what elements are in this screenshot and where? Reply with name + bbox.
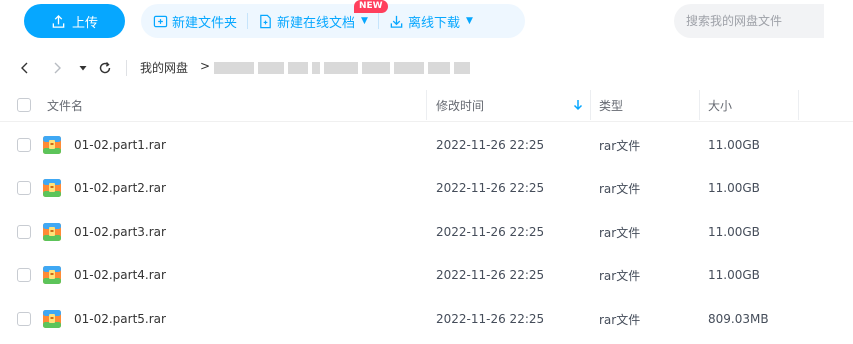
file-name[interactable]: 01-02.part4.rar xyxy=(74,253,166,297)
column-header-type[interactable]: 类型 xyxy=(599,88,623,122)
file-type: rar文件 xyxy=(599,181,641,196)
upload-label: 上传 xyxy=(71,15,98,31)
refresh-icon xyxy=(99,62,111,74)
file-name[interactable]: 01-02.part5.rar xyxy=(74,297,166,341)
column-header-modified[interactable]: 修改时间 xyxy=(436,88,484,122)
file-type: rar文件 xyxy=(599,138,641,153)
folder-plus-icon xyxy=(153,15,168,27)
rar-archive-icon xyxy=(43,179,61,197)
row-checkbox[interactable] xyxy=(17,312,31,326)
file-name[interactable]: 01-02.part1.rar xyxy=(74,123,166,167)
refresh-button[interactable] xyxy=(97,60,113,76)
row-checkbox[interactable] xyxy=(17,181,31,195)
row-checkbox[interactable] xyxy=(17,138,31,152)
file-size: 11.00GB xyxy=(708,138,760,152)
upload-button[interactable]: 上传 xyxy=(24,4,125,38)
sort-descending-icon[interactable] xyxy=(572,98,584,112)
file-modified: 2022-11-26 22:25 xyxy=(436,181,545,195)
file-size: 11.00GB xyxy=(708,225,760,239)
file-size: 11.00GB xyxy=(708,268,760,282)
table-row[interactable]: 01-02.part2.rar 2022-11-26 22:25 rar文件 1… xyxy=(0,166,853,210)
file-type: rar文件 xyxy=(599,225,641,240)
offline-download-button[interactable]: 离线下载 ▼ xyxy=(389,12,473,31)
file-name[interactable]: 01-02.part3.rar xyxy=(74,210,166,254)
rar-archive-icon xyxy=(43,136,61,154)
offline-download-label: 离线下载 xyxy=(407,15,460,31)
rar-archive-icon xyxy=(43,223,61,241)
column-divider xyxy=(590,90,591,120)
caret-down-icon xyxy=(79,66,87,71)
caret-down-icon: ▼ xyxy=(361,16,368,26)
file-size: 809.03MB xyxy=(708,312,769,326)
file-modified: 2022-11-26 22:25 xyxy=(436,312,545,326)
navigation-bar: 我的网盘 > xyxy=(0,52,853,84)
breadcrumb-home[interactable]: 我的网盘 xyxy=(140,59,188,76)
table-row[interactable]: 01-02.part1.rar 2022-11-26 22:25 rar文件 1… xyxy=(0,123,853,167)
table-row[interactable]: 01-02.part4.rar 2022-11-26 22:25 rar文件 1… xyxy=(0,253,853,297)
rar-archive-icon xyxy=(43,310,61,328)
select-all-checkbox[interactable] xyxy=(17,98,31,112)
download-icon xyxy=(390,15,403,28)
toolbar-divider xyxy=(377,13,379,29)
new-online-doc-label: 新建在线文档 xyxy=(277,15,356,31)
document-plus-icon xyxy=(260,14,271,28)
chevron-left-icon xyxy=(21,62,28,74)
nav-divider xyxy=(126,60,127,76)
upload-icon xyxy=(52,14,65,28)
rar-archive-icon xyxy=(43,266,61,284)
chevron-right-icon xyxy=(54,62,61,74)
column-divider xyxy=(699,90,700,120)
caret-down-icon: ▼ xyxy=(465,16,473,26)
table-row[interactable]: 01-02.part5.rar 2022-11-26 22:25 rar文件 8… xyxy=(0,297,853,341)
column-header-name[interactable]: 文件名 xyxy=(47,88,83,122)
breadcrumb-separator: > xyxy=(200,59,211,73)
file-size: 11.00GB xyxy=(708,181,760,195)
row-checkbox[interactable] xyxy=(17,268,31,282)
breadcrumb-path-redacted xyxy=(214,62,470,74)
new-online-doc-button[interactable]: 新建在线文档 ▼ xyxy=(258,12,368,31)
search-input[interactable] xyxy=(674,4,824,38)
new-folder-button[interactable]: 新建文件夹 xyxy=(153,12,237,31)
file-type: rar文件 xyxy=(599,312,641,327)
new-badge: NEW xyxy=(354,0,388,13)
toolbar-action-group: 新建文件夹 新建在线文档 ▼ 离线下载 ▼ xyxy=(141,4,525,38)
file-modified: 2022-11-26 22:25 xyxy=(436,138,545,152)
file-modified: 2022-11-26 22:25 xyxy=(436,225,545,239)
new-folder-label: 新建文件夹 xyxy=(172,15,238,31)
column-divider xyxy=(426,90,427,120)
forward-button[interactable] xyxy=(49,60,65,76)
toolbar-divider xyxy=(247,13,249,29)
table-row[interactable]: 01-02.part3.rar 2022-11-26 22:25 rar文件 1… xyxy=(0,210,853,254)
row-checkbox[interactable] xyxy=(17,225,31,239)
file-table-header: 文件名 修改时间 类型 大小 xyxy=(0,88,853,122)
history-dropdown-button[interactable] xyxy=(75,60,91,76)
file-modified: 2022-11-26 22:25 xyxy=(436,268,545,282)
file-name[interactable]: 01-02.part2.rar xyxy=(74,166,166,210)
column-header-size[interactable]: 大小 xyxy=(708,88,732,122)
file-type: rar文件 xyxy=(599,268,641,283)
back-button[interactable] xyxy=(17,60,33,76)
toolbar: 上传 新建文件夹 新建在线文档 ▼ 离线下载 ▼ NEW xyxy=(0,0,853,44)
column-divider xyxy=(798,90,799,120)
